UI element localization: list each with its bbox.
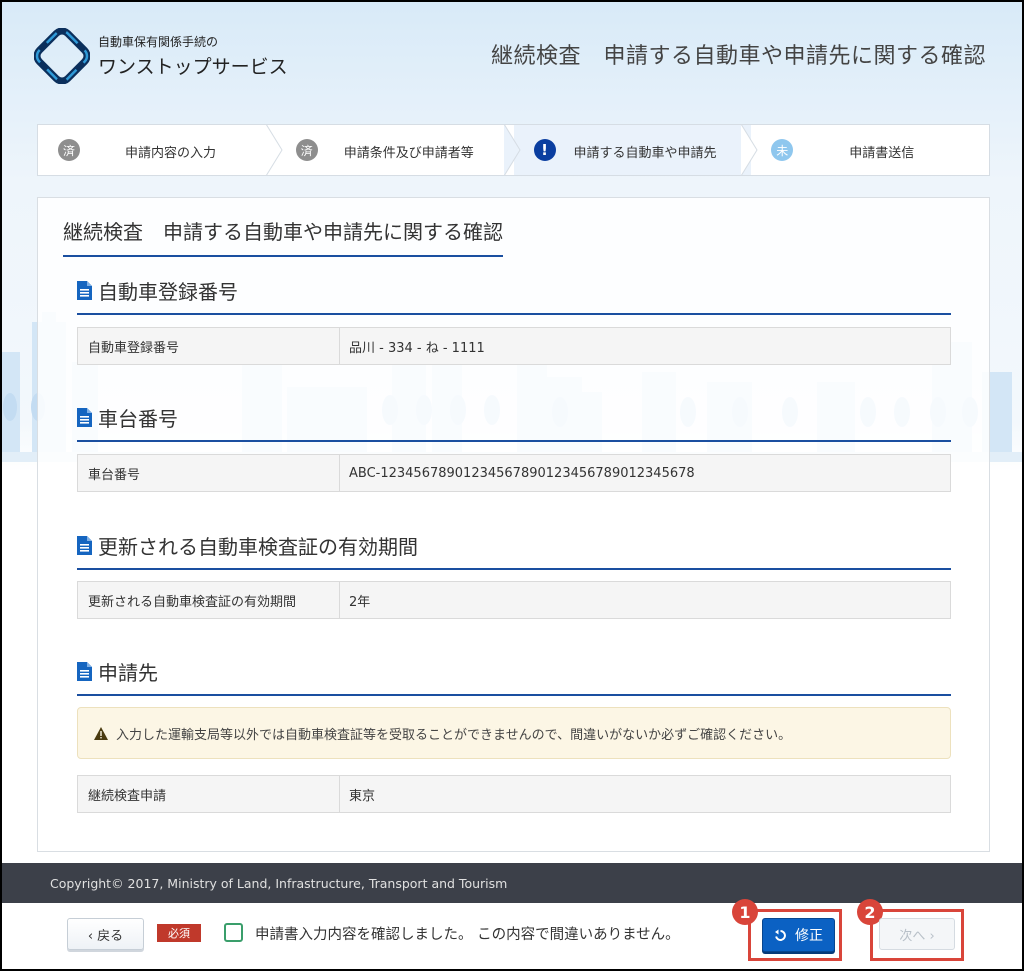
app-window: 自動車保有関係手続の ワンストップサービス 継続検査 申請する自動車や申請先に関… bbox=[0, 0, 1024, 971]
section-title-registration: 自動車登録番号 bbox=[77, 276, 951, 315]
confirmation-panel: 継続検査 申請する自動車や申請先に関する確認 自動車登録番号 自動車登録番号 品… bbox=[37, 197, 990, 852]
row-value: 2年 bbox=[349, 594, 371, 610]
step-todo-icon: 未 bbox=[771, 139, 794, 161]
fix-button[interactable]: 修正 bbox=[762, 918, 835, 952]
warning-alert: 入力した運輸支局等以外では自動車検査証等を受取ることができませんので、間違いがな… bbox=[77, 707, 951, 759]
table-row: 自動車登録番号 品川 - 334 - ね - 1111 bbox=[77, 327, 951, 365]
step-vehicle-current: ! 申請する自動車や申請先 bbox=[513, 124, 758, 176]
step-done-icon: 済 bbox=[295, 139, 318, 161]
logo-title: ワンストップサービス bbox=[98, 56, 288, 78]
callout-number-1: 1 bbox=[732, 899, 758, 925]
step-label: 申請書送信 bbox=[849, 146, 915, 161]
document-icon bbox=[77, 662, 92, 681]
chevron-right-icon bbox=[265, 124, 283, 176]
confirm-checkbox[interactable] bbox=[224, 923, 243, 942]
logo-subtitle: 自動車保有関係手続の bbox=[98, 35, 219, 49]
row-value: 品川 - 334 - ね - 1111 bbox=[349, 340, 485, 356]
step-label: 申請内容の入力 bbox=[125, 146, 217, 161]
step-conditions: 済 申請条件及び申請者等 bbox=[276, 124, 521, 176]
row-value: 東京 bbox=[349, 788, 376, 804]
back-button[interactable]: ‹ 戻る bbox=[67, 918, 144, 950]
required-badge: 必須 bbox=[157, 924, 201, 942]
site-header: 自動車保有関係手続の ワンストップサービス 継続検査 申請する自動車や申請先に関… bbox=[2, 2, 1022, 112]
step-done-icon: 済 bbox=[58, 139, 80, 161]
section-title-text: 自動車登録番号 bbox=[98, 280, 238, 304]
row-key: 自動車登録番号 bbox=[78, 328, 340, 364]
step-label: 申請条件及び申請者等 bbox=[343, 146, 474, 161]
undo-icon bbox=[775, 929, 786, 941]
panel-title: 継続検査 申請する自動車や申請先に関する確認 bbox=[63, 216, 503, 257]
row-key: 継続検査申請 bbox=[78, 776, 340, 812]
table-row: 継続検査申請 東京 bbox=[77, 775, 951, 813]
progress-steps: 済 申請内容の入力 済 申請条件及び申請者等 ! 申請する自動車や申請先 未 申… bbox=[37, 124, 990, 176]
section-title-destination: 申請先 bbox=[77, 657, 951, 696]
page-title: 継続検査 申請する自動車や申請先に関する確認 bbox=[490, 44, 986, 69]
copyright-footer: Copyright© 2017, Ministry of Land, Infra… bbox=[2, 863, 1022, 903]
section-title-chassis: 車台番号 bbox=[77, 403, 951, 442]
confirm-label[interactable]: 申請書入力内容を確認しました。 この内容で間違いありません。 bbox=[255, 923, 680, 944]
row-value: ABC-123456789012345678901234567890123456… bbox=[349, 465, 695, 481]
fix-button-label: 修正 bbox=[795, 928, 823, 944]
next-button[interactable]: 次へ › bbox=[879, 918, 955, 950]
document-icon bbox=[77, 281, 92, 300]
table-row: 更新される自動車検査証の有効期間 2年 bbox=[77, 581, 951, 619]
section-title-text: 更新される自動車検査証の有効期間 bbox=[98, 535, 418, 559]
logo-icon[interactable] bbox=[34, 28, 90, 84]
table-row: 車台番号 ABC-1234567890123456789012345678901… bbox=[77, 454, 951, 492]
chevron-right-icon bbox=[740, 124, 758, 176]
section-title-validity: 更新される自動車検査証の有効期間 bbox=[77, 531, 951, 570]
step-submit: 未 申請書送信 bbox=[751, 125, 989, 175]
alert-icon: ! bbox=[533, 139, 556, 161]
row-key: 更新される自動車検査証の有効期間 bbox=[78, 582, 340, 618]
step-label: 申請する自動車や申請先 bbox=[573, 146, 717, 161]
section-title-text: 申請先 bbox=[98, 661, 158, 685]
row-key: 車台番号 bbox=[78, 455, 340, 491]
document-icon bbox=[77, 536, 92, 555]
warning-text: 入力した運輸支局等以外では自動車検査証等を受取ることができませんので、間違いがな… bbox=[116, 727, 792, 743]
step-input: 済 申請内容の入力 bbox=[38, 124, 283, 176]
section-title-text: 車台番号 bbox=[98, 407, 178, 431]
warning-icon bbox=[94, 726, 108, 740]
chevron-right-icon bbox=[503, 124, 521, 176]
document-icon bbox=[77, 408, 92, 427]
